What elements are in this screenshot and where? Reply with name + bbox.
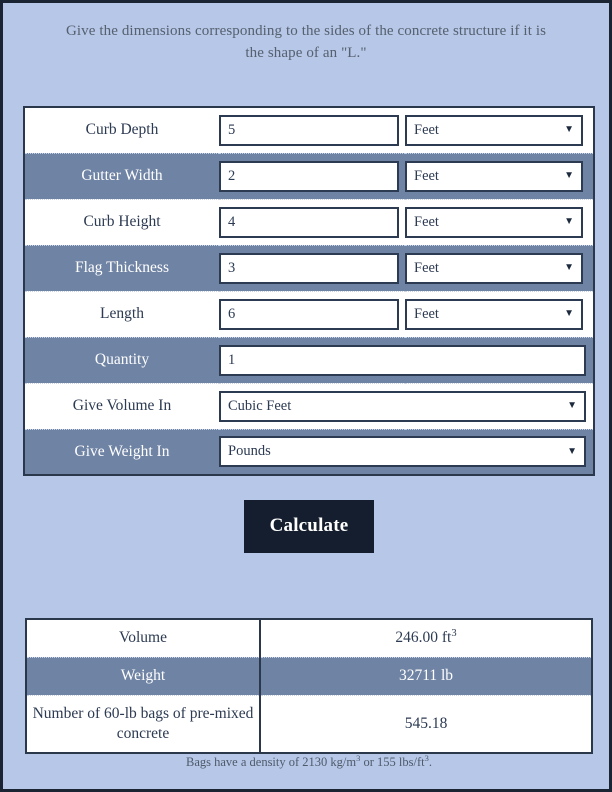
result-label-weight-text: Weight [120,667,166,685]
result-value-weight-number: 32711 lb [398,667,454,685]
result-value-volume-number: 246.00 ft [395,629,452,647]
label-flag-thickness: Flag Thickness [75,259,169,276]
result-value-bags-text: 545.18 [405,714,448,734]
label-give-volume-in: Give Volume In [72,397,172,414]
select-give-volume-in-value: Cubic Feet [228,397,292,414]
result-row-volume: Volume 246.00 ft3 [26,619,592,657]
select-length-unit-value: Feet [414,305,439,322]
form-row-length: Length 6 Feet ▼ [24,291,594,337]
form-row-give-volume-in: Give Volume In Cubic Feet ▼ [24,383,594,429]
select-curb-depth-unit-value: Feet [414,121,439,138]
select-curb-height-unit[interactable]: Feet ▼ [405,206,583,238]
label-quantity: Quantity [94,351,150,368]
result-row-bags: Number of 60-lb bags of pre-mixed concre… [26,695,592,753]
label-length: Length [100,305,144,322]
form-row-gutter-width: Gutter Width 2 Feet ▼ [24,153,594,199]
field-cell-length: 6 [219,291,405,337]
field-cell-curb-depth: 5 [219,107,405,153]
chevron-down-icon: ▼ [567,400,577,411]
select-give-volume-in[interactable]: Cubic Feet ▼ [219,390,586,422]
result-value-weight: 32711 lb [260,657,592,695]
result-value-bags-number: 545.18 [404,714,448,732]
chevron-down-icon: ▼ [564,262,574,273]
select-curb-depth-unit[interactable]: Feet ▼ [405,114,583,146]
select-length-unit[interactable]: Feet ▼ [405,298,583,330]
density-footnote: Bags have a density of 2130 kg/m3 or 155… [3,754,609,770]
result-label-volume-text: Volume [119,629,167,647]
select-gutter-width-unit[interactable]: Feet ▼ [405,160,583,192]
form-row-curb-height: Curb Height 4 Feet ▼ [24,199,594,245]
field-cell-give-weight-in: Pounds ▼ [219,429,594,475]
unit-cell-length: Feet ▼ [405,291,594,337]
result-value-volume-text: 246.00 ft3 [395,628,456,648]
field-cell-flag-thickness: 3 [219,245,405,291]
concrete-calculator-page: Give the dimensions corresponding to the… [0,0,612,792]
result-value-bags: 545.18 [260,695,592,753]
result-label-bags-text: Number of 60-lb bags of pre-mixed concre… [32,704,254,742]
result-value-weight-text: 32711 lb [399,666,453,686]
chevron-down-icon: ▼ [567,445,577,457]
label-curb-height: Curb Height [83,213,161,230]
form-row-quantity: Quantity 1 [24,337,594,383]
select-curb-height-unit-value: Feet [414,213,439,230]
result-label-weight: Weight [26,657,261,695]
input-gutter-width[interactable]: 2 [219,160,399,192]
form-row-flag-thickness: Flag Thickness 3 Feet ▼ [24,245,594,291]
field-cell-gutter-width: 2 [219,153,405,199]
chevron-down-icon: ▼ [564,170,574,181]
results-table: Volume 246.00 ft3 Weight 32711 lb Number… [25,618,593,754]
select-flag-thickness-unit-value: Feet [414,259,439,276]
chevron-down-icon: ▼ [564,308,574,319]
result-value-volume-exponent: 3 [451,628,457,640]
form-row-curb-depth: Curb Depth 5 Feet ▼ [24,107,594,153]
density-footnote-part1: Bags have a density of 2130 kg/m [186,755,357,769]
input-curb-height[interactable]: 4 [219,206,399,238]
chevron-down-icon: ▼ [564,124,574,136]
field-cell-quantity: 1 [219,337,594,383]
label-curb-depth: Curb Depth [85,121,159,139]
unit-cell-curb-depth: Feet ▼ [405,107,594,153]
unit-cell-curb-height: Feet ▼ [405,199,594,245]
result-label-volume: Volume [26,619,261,657]
select-give-weight-in-value: Pounds [228,443,271,460]
density-footnote-part2: or 155 lbs/ft [360,755,425,769]
input-length[interactable]: 6 [219,298,399,330]
chevron-down-icon: ▼ [564,216,574,227]
density-footnote-part3: . [428,755,432,769]
label-gutter-width: Gutter Width [81,167,163,184]
input-quantity[interactable]: 1 [219,344,586,376]
unit-cell-gutter-width: Feet ▼ [405,153,594,199]
result-label-bags: Number of 60-lb bags of pre-mixed concre… [26,695,261,753]
input-curb-depth[interactable]: 5 [219,114,399,146]
calculate-button-container: Calculate [3,500,609,553]
select-flag-thickness-unit[interactable]: Feet ▼ [405,252,583,284]
result-row-weight: Weight 32711 lb [26,657,592,695]
dimensions-form-table: Curb Depth 5 Feet ▼ Gutter Width 2 Feet … [23,106,595,476]
input-flag-thickness[interactable]: 3 [219,252,399,284]
select-give-weight-in[interactable]: Pounds ▼ [219,436,586,468]
form-row-give-weight-in: Give Weight In Pounds ▼ [24,429,594,475]
field-cell-curb-height: 4 [219,199,405,245]
result-value-volume: 246.00 ft3 [260,619,592,657]
select-gutter-width-unit-value: Feet [414,167,439,184]
label-give-weight-in: Give Weight In [74,442,170,460]
unit-cell-flag-thickness: Feet ▼ [405,245,594,291]
field-cell-give-volume-in: Cubic Feet ▼ [219,383,594,429]
calculate-button[interactable]: Calculate [243,500,375,553]
page-title: Give the dimensions corresponding to the… [65,23,547,61]
